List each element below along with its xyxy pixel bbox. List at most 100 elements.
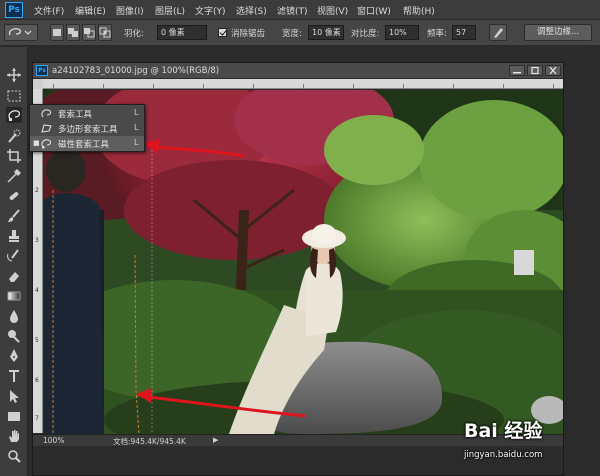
- dodge-icon: [8, 330, 20, 343]
- document-title-bar[interactable]: Ps a24102783_01000.jpg @ 100%(RGB/8): [33, 63, 563, 79]
- marquee-icon: [7, 90, 21, 102]
- subtract-selection-button[interactable]: [82, 24, 96, 41]
- flyout-item-lasso[interactable]: 套索工具 L: [30, 106, 144, 121]
- menu-view[interactable]: 视图(V): [317, 4, 348, 17]
- menu-help[interactable]: 帮助(H): [403, 4, 435, 17]
- maximize-button[interactable]: [527, 65, 543, 76]
- width-input[interactable]: 10 像素: [308, 25, 344, 40]
- flyout-item-magnetic-lasso[interactable]: ■ 磁性套索工具 L: [30, 136, 144, 151]
- brush-icon: [8, 209, 20, 222]
- contrast-input[interactable]: 10%: [385, 25, 419, 40]
- status-menu-arrow-icon[interactable]: ▶: [213, 436, 218, 444]
- history-brush-icon: [7, 249, 19, 262]
- flyout-item-label: 多边形套索工具: [58, 125, 118, 135]
- ruler-number: 6: [35, 377, 39, 384]
- magnetic-lasso-icon: [41, 139, 52, 149]
- pen-tool[interactable]: [6, 348, 22, 364]
- eyedropper-icon: [7, 168, 22, 183]
- document-size: 文档:945.4K/945.4K: [113, 437, 186, 446]
- add-selection-button[interactable]: [66, 24, 80, 41]
- crop-icon: [7, 149, 21, 163]
- antialias-label: 消除锯齿: [231, 29, 266, 39]
- shape-tool[interactable]: [6, 408, 22, 424]
- zoom-icon: [8, 450, 21, 463]
- eyedropper-tool[interactable]: [6, 168, 22, 184]
- lasso-tool-flyout: 套索工具 L 多边形套索工具 L ■ 磁性套索工具 L: [29, 104, 145, 152]
- blur-tool[interactable]: [6, 308, 22, 324]
- brush-tool[interactable]: [6, 208, 22, 224]
- intersect-selection-icon: [99, 27, 111, 38]
- width-label: 宽度:: [282, 29, 302, 39]
- close-button[interactable]: [545, 65, 561, 76]
- healing-brush-tool[interactable]: [6, 188, 22, 204]
- ps-document-icon: Ps: [36, 65, 48, 76]
- feather-label: 羽化:: [124, 29, 144, 39]
- frequency-input[interactable]: 57: [452, 25, 476, 40]
- ruler-number: 5: [35, 337, 39, 344]
- marquee-tool[interactable]: [6, 88, 22, 104]
- menu-type[interactable]: 文字(Y): [195, 4, 226, 17]
- ruler-number: 7: [35, 415, 39, 422]
- flyout-item-polygonal-lasso[interactable]: 多边形套索工具 L: [30, 121, 144, 136]
- menu-select[interactable]: 选择(S): [236, 4, 267, 17]
- dodge-tool[interactable]: [6, 328, 22, 344]
- move-tool[interactable]: [6, 67, 22, 83]
- contrast-label: 对比度:: [351, 29, 380, 39]
- menu-file[interactable]: 文件(F): [34, 4, 64, 17]
- history-brush-tool[interactable]: [6, 248, 22, 264]
- path-selection-tool[interactable]: [6, 388, 22, 404]
- antialias-checkbox[interactable]: [218, 28, 227, 37]
- watermark-url: jingyan.baidu.com: [464, 450, 543, 460]
- ruler-horizontal[interactable]: [43, 79, 563, 89]
- refine-edge-button[interactable]: 调整边缘...: [524, 24, 592, 41]
- drop-icon: [10, 310, 18, 323]
- toolbox: [0, 47, 28, 476]
- intersect-selection-button[interactable]: [98, 24, 112, 41]
- quick-selection-tool[interactable]: [6, 128, 22, 144]
- add-selection-icon: [68, 28, 78, 37]
- ruler-origin[interactable]: [33, 79, 43, 89]
- maximize-icon: [531, 66, 539, 75]
- gradient-icon: [7, 291, 21, 301]
- zoom-level[interactable]: 100%: [43, 436, 64, 445]
- lasso-icon: [41, 109, 52, 118]
- menu-edit[interactable]: 编辑(E): [75, 4, 106, 17]
- watermark-logo: Bai 经验: [464, 420, 543, 442]
- ruler-number: 4: [35, 287, 39, 294]
- hand-tool[interactable]: [6, 428, 22, 444]
- menu-image[interactable]: 图像(I): [116, 4, 144, 17]
- close-icon: [549, 66, 557, 75]
- type-tool[interactable]: [6, 368, 22, 384]
- ruler-number: 2: [35, 187, 39, 194]
- new-selection-button[interactable]: [50, 24, 64, 41]
- gradient-tool[interactable]: [6, 288, 22, 304]
- tool-preset-picker[interactable]: [4, 24, 38, 41]
- pen-pressure-icon: [494, 28, 503, 38]
- menu-layer[interactable]: 图层(L): [155, 4, 185, 17]
- new-selection-icon: [53, 29, 61, 36]
- menu-filter[interactable]: 滤镜(T): [277, 4, 308, 17]
- polygonal-lasso-icon: [41, 124, 52, 133]
- document-title: a24102783_01000.jpg @ 100%(RGB/8): [52, 66, 220, 76]
- pen-icon: [10, 349, 18, 362]
- menu-window[interactable]: 窗口(W): [357, 4, 391, 17]
- eraser-tool[interactable]: [6, 268, 22, 284]
- options-bar: 羽化: 0 像素 消除锯齿 宽度: 10 像素 对比度: 10% 频率: 57 …: [0, 20, 600, 46]
- minimize-button[interactable]: [509, 65, 525, 76]
- clone-stamp-tool[interactable]: [6, 228, 22, 244]
- flyout-item-shortcut: L: [134, 138, 139, 147]
- magnetic-lasso-icon: [8, 110, 21, 121]
- lasso-tool[interactable]: [6, 107, 22, 123]
- minimize-icon: [513, 72, 521, 74]
- tablet-pressure-button[interactable]: [489, 24, 507, 41]
- arrow-pointer-icon: [10, 390, 19, 403]
- move-icon: [7, 68, 21, 82]
- crop-tool[interactable]: [6, 148, 22, 164]
- ruler-number: 3: [35, 237, 39, 244]
- flyout-item-label: 磁性套索工具: [58, 140, 110, 150]
- subtract-selection-icon: [84, 28, 95, 38]
- stamp-icon: [9, 230, 19, 242]
- app-logo: Ps: [5, 2, 23, 18]
- feather-input[interactable]: 0 像素: [157, 25, 207, 40]
- zoom-tool[interactable]: [6, 448, 22, 464]
